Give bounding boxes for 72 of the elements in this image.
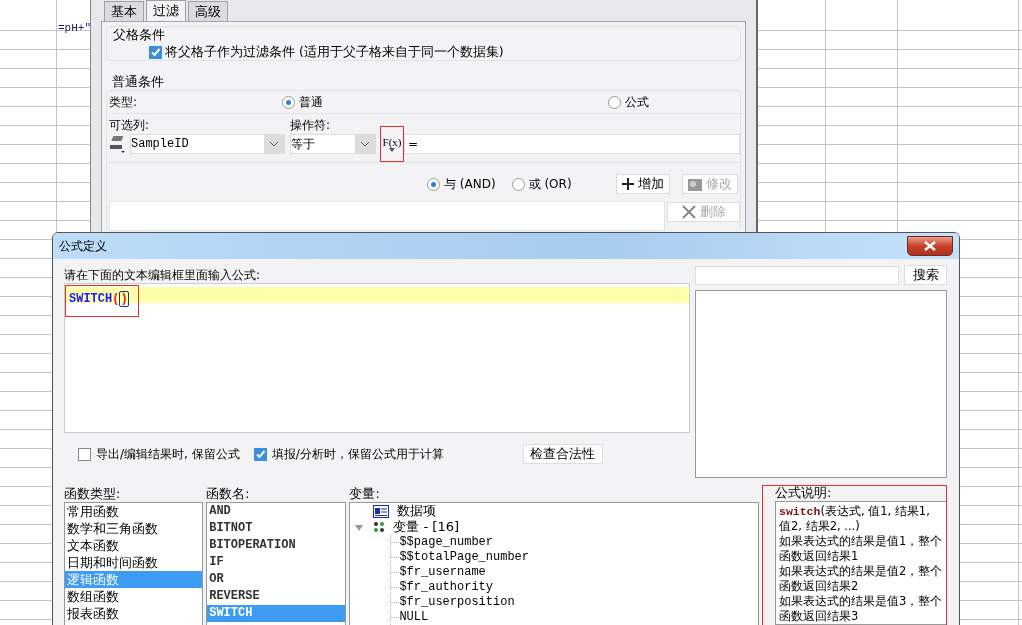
- description-text: 如果表达式的结果是值1，整个函数返回结果1: [779, 534, 944, 564]
- list-item[interactable]: BITNOT: [207, 520, 346, 537]
- cell-text: =pH+": [58, 21, 91, 36]
- tree-item[interactable]: $$totalPage_number: [399, 550, 529, 565]
- list-item[interactable]: AND: [207, 503, 346, 520]
- dropdown[interactable]: SampleID: [130, 134, 285, 154]
- chevron-icon: [269, 141, 279, 147]
- radio-button[interactable]: [427, 177, 440, 191]
- add-button[interactable]: 增加: [616, 174, 670, 194]
- description-text: 如果表达式的结果是值2，整个函数返回结果2: [779, 564, 944, 594]
- dropdown[interactable]: 等于: [290, 134, 376, 154]
- tree-item[interactable]: $fr_authority: [399, 580, 493, 595]
- value-field[interactable]: =: [404, 134, 740, 154]
- tree-label: 数据项: [397, 503, 437, 520]
- radio-button[interactable]: [282, 95, 296, 109]
- list-label: 函数名:: [206, 485, 251, 502]
- chevron-icon: [360, 141, 370, 147]
- checkbox-label: 导出/编辑结果时, 保留公式: [96, 446, 240, 463]
- list-item[interactable]: OR: [207, 571, 346, 588]
- radio-label: 与 (AND): [444, 176, 496, 193]
- search-button[interactable]: 搜索: [904, 265, 947, 285]
- description-text: 如果表达式的结果是值3，整个函数返回结果3: [779, 594, 944, 624]
- list-item[interactable]: 文本函数: [65, 537, 203, 554]
- radio-button[interactable]: [511, 177, 525, 191]
- list-label: 公式说明:: [775, 486, 833, 501]
- list-label: 变量:: [349, 485, 381, 502]
- cross-icon: [681, 205, 696, 219]
- radio-button[interactable]: [608, 95, 622, 109]
- window-title: 公式定义: [59, 238, 107, 255]
- search-field[interactable]: [694, 265, 899, 285]
- radio-label: 或 (OR): [528, 176, 572, 193]
- tree-item[interactable]: $fr_username: [399, 565, 486, 580]
- check-button[interactable]: 检查合法性: [522, 444, 603, 464]
- formula-button[interactable]: F(x): [380, 126, 404, 162]
- column-type-icon: [109, 134, 127, 154]
- prompt-label: 请在下面的文本编辑框里面输入公式:: [64, 267, 262, 283]
- checkbox-label: 将父格子作为过滤条件 (适用于父子格来自于同一个数据集): [165, 43, 504, 61]
- checkbox[interactable]: [253, 447, 267, 461]
- plus-icon: [622, 178, 634, 190]
- variable-icon: [373, 521, 386, 533]
- field-label: 可选列:: [109, 117, 151, 134]
- tree-item[interactable]: NULL: [399, 610, 429, 625]
- checkbox[interactable]: [149, 45, 162, 59]
- close-icon: [924, 241, 936, 251]
- tab[interactable]: 高级: [188, 1, 228, 21]
- list-item[interactable]: IF: [207, 554, 346, 571]
- close-button[interactable]: [907, 236, 953, 256]
- checkbox-label: 填报/分析时，保留公式用于计算: [271, 446, 444, 463]
- list-item[interactable]: 数学和三角函数: [65, 520, 203, 537]
- group-title: 父格条件: [113, 27, 166, 43]
- tree-item[interactable]: $$page_number: [399, 535, 493, 550]
- list-item[interactable]: 日期和时间函数: [65, 554, 203, 571]
- list-item[interactable]: 数组函数: [65, 588, 203, 605]
- formula-editor[interactable]: SWITCH(): [64, 283, 690, 433]
- radio-label: 普通: [299, 94, 324, 111]
- tab[interactable]: 过滤: [146, 0, 186, 21]
- tree-item[interactable]: $fr_userposition: [399, 595, 515, 610]
- list-item[interactable]: 常用函数: [65, 503, 203, 520]
- list-label: 函数类型:: [64, 485, 122, 502]
- tree-label: 变量 - [16]: [393, 518, 460, 536]
- field-label: 操作符:: [290, 117, 331, 134]
- caret-icon: [389, 148, 395, 152]
- field-label: 类型:: [109, 94, 138, 111]
- description-text: switch(表达式, 值1, 结果1, 值2, 结果2, ...): [779, 504, 931, 534]
- group-title: 普通条件: [112, 74, 165, 90]
- list-item[interactable]: REVERSE: [207, 588, 346, 605]
- checkbox[interactable]: [78, 447, 91, 461]
- list-item[interactable]: BITOPERATION: [207, 537, 346, 554]
- formula-text: SWITCH(): [68, 291, 130, 306]
- radio-label: 公式: [625, 94, 650, 111]
- tab[interactable]: 基本: [104, 1, 144, 21]
- list-item[interactable]: 报表函数: [65, 605, 203, 622]
